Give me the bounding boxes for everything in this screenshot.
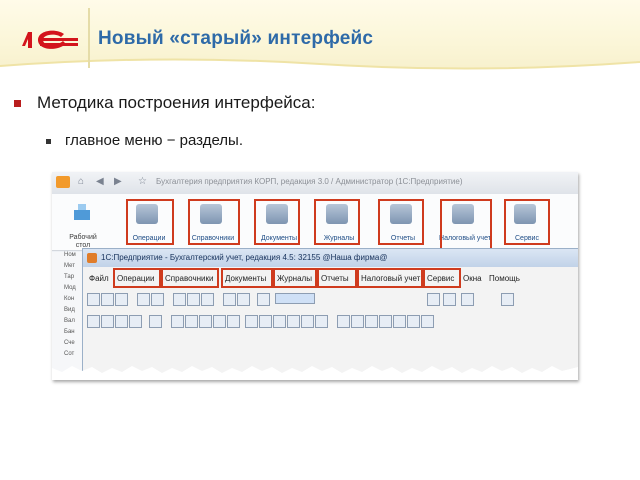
app-menu-icon[interactable] <box>56 176 70 188</box>
menu-item-file[interactable]: Файл <box>89 274 109 283</box>
toolbar2-tool-icon[interactable] <box>149 315 162 328</box>
highlight-frame <box>188 199 240 245</box>
highlight-frame <box>254 199 300 245</box>
highlight-frame <box>357 268 423 288</box>
calendar-icon[interactable] <box>443 293 456 306</box>
title-separator <box>88 8 90 68</box>
home-icon[interactable]: ⌂ <box>78 176 88 188</box>
toolbar2-tool-icon[interactable] <box>287 315 300 328</box>
toolbar2-tool-icon[interactable] <box>315 315 328 328</box>
side-list-item[interactable]: Бан <box>52 329 84 340</box>
toolbar2-tool-icon[interactable] <box>301 315 314 328</box>
toolbar2-tool-icon[interactable] <box>87 315 100 328</box>
toolbar2-tool-icon[interactable] <box>129 315 142 328</box>
toolbar2-tool-icon[interactable] <box>185 315 198 328</box>
menu-item-windows[interactable]: Окна <box>463 274 482 283</box>
toolbar2-tool-icon[interactable] <box>115 315 128 328</box>
highlight-frame <box>378 199 424 245</box>
page-title: Новый «старый» интерфейс <box>98 28 374 49</box>
highlight-frame <box>317 268 357 288</box>
save-icon[interactable] <box>115 293 128 306</box>
desktop-icon <box>74 204 90 220</box>
toolbar2-tool-icon[interactable] <box>227 315 240 328</box>
undo-icon[interactable] <box>223 293 236 306</box>
highlight-frame <box>504 199 550 245</box>
highlight-frame <box>113 268 161 288</box>
side-list-item[interactable]: Кон <box>52 296 84 307</box>
back-icon[interactable]: ◀ <box>96 176 106 188</box>
workspace-label-1: Рабочий <box>69 234 97 241</box>
torn-edge-decoration <box>52 366 578 380</box>
bullet-small-square-icon <box>46 138 51 144</box>
print-icon[interactable] <box>137 293 150 306</box>
toolbar2-tool-icon[interactable] <box>213 315 226 328</box>
toolbar2-tool-icon[interactable] <box>337 315 350 328</box>
help-icon[interactable] <box>461 293 474 306</box>
paste-icon[interactable] <box>201 293 214 306</box>
side-list-item[interactable]: Вал <box>52 318 84 329</box>
toolbar2-tool-icon[interactable] <box>171 315 184 328</box>
highlight-frame <box>161 268 219 288</box>
highlight-frame <box>423 268 461 288</box>
old-window-title: Бухгалтерия предприятия КОРП, редакция 3… <box>156 177 463 186</box>
cut-icon[interactable] <box>173 293 186 306</box>
star-icon[interactable]: ☆ <box>138 176 148 188</box>
toolbar2-tool-icon[interactable] <box>101 315 114 328</box>
highlight-frame <box>221 268 273 288</box>
new-doc-icon[interactable] <box>87 293 100 306</box>
side-list-item[interactable]: Ном <box>52 252 84 263</box>
toolbar2-tool-icon[interactable] <box>273 315 286 328</box>
preview-icon[interactable] <box>151 293 164 306</box>
open-icon[interactable] <box>101 293 114 306</box>
classic-app-icon <box>87 253 97 263</box>
bullet-level2-text: главное меню − разделы. <box>65 132 243 149</box>
calculator-icon[interactable] <box>427 293 440 306</box>
redo-icon[interactable] <box>237 293 250 306</box>
1c-logo <box>22 30 78 49</box>
classic-window-title: 1С:Предприятие - Бухгалтерский учет, ред… <box>101 253 388 262</box>
side-list-item[interactable]: Сче <box>52 340 84 351</box>
side-list-item[interactable]: Тар <box>52 274 84 285</box>
highlight-frame <box>314 199 360 245</box>
side-list-item[interactable]: Мет <box>52 263 84 274</box>
toolbar-1 <box>87 293 547 307</box>
menu-item-help[interactable]: Помощь <box>489 274 520 283</box>
bullet-level1: Методика построения интерфейса: <box>14 93 315 113</box>
forward-icon[interactable]: ▶ <box>114 176 124 188</box>
highlight-frame <box>126 199 174 245</box>
search-field[interactable] <box>275 293 315 304</box>
interface-screenshot: ⌂ ◀ ▶ ☆ Бухгалтерия предприятия КОРП, ре… <box>52 172 578 380</box>
bullet-level1-text: Методика построения интерфейса: <box>37 93 316 112</box>
toolbar2-tool-icon[interactable] <box>351 315 364 328</box>
workspace-button[interactable]: Рабочий стол <box>60 200 106 249</box>
classic-window-titlebar: 1С:Предприятие - Бухгалтерский учет, ред… <box>83 249 578 267</box>
toolbar2-tool-icon[interactable] <box>379 315 392 328</box>
toolbar2-tool-icon[interactable] <box>393 315 406 328</box>
highlight-frame <box>273 268 317 288</box>
find-icon[interactable] <box>257 293 270 306</box>
toolbar2-tool-icon[interactable] <box>407 315 420 328</box>
toolbar-2 <box>87 315 447 329</box>
bullet-square-icon <box>14 100 21 108</box>
copy-icon[interactable] <box>187 293 200 306</box>
bullet-level2: главное меню − разделы. <box>46 132 243 149</box>
highlight-frame <box>440 199 492 255</box>
toolbar2-tool-icon[interactable] <box>421 315 434 328</box>
settings-icon[interactable] <box>501 293 514 306</box>
side-list-item[interactable]: Мод <box>52 285 84 296</box>
slide-header: Новый «старый» интерфейс <box>0 0 640 76</box>
old-window-titlebar: ⌂ ◀ ▶ ☆ Бухгалтерия предприятия КОРП, ре… <box>52 172 578 194</box>
toolbar2-tool-icon[interactable] <box>199 315 212 328</box>
toolbar2-tool-icon[interactable] <box>259 315 272 328</box>
header-wave-decoration <box>0 58 640 76</box>
toolbar2-tool-icon[interactable] <box>365 315 378 328</box>
toolbar2-tool-icon[interactable] <box>245 315 258 328</box>
side-list-item[interactable]: Вид <box>52 307 84 318</box>
